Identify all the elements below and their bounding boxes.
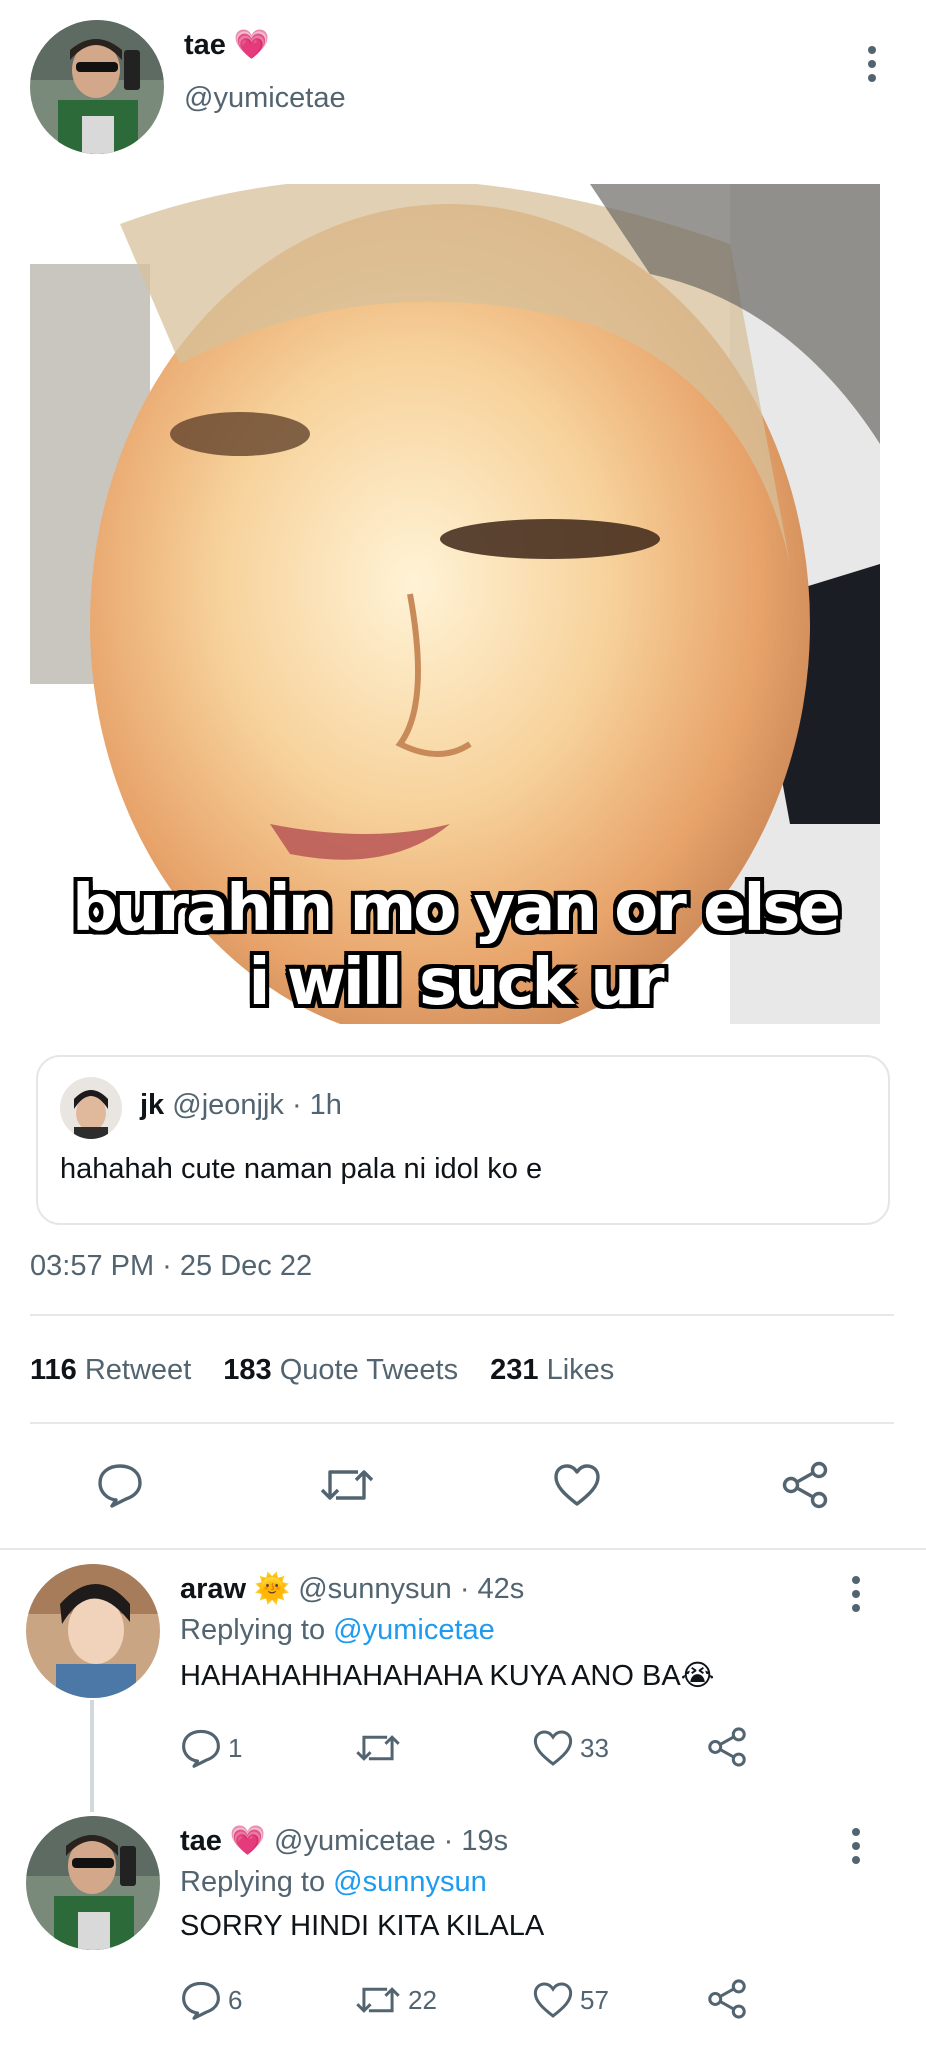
retweet-icon: [356, 1987, 400, 2013]
share-button[interactable]: [780, 1460, 830, 1510]
likes-stat[interactable]: 231 Likes: [490, 1354, 614, 1387]
quotes-count: 183: [223, 1354, 272, 1386]
retweet-icon: [320, 1470, 374, 1500]
reply-author-line: araw 🌞 @sunnysun · 42s: [180, 1572, 524, 1606]
share-button[interactable]: [706, 1726, 748, 1768]
like-button[interactable]: 57: [532, 1980, 609, 2020]
divider: [30, 1422, 894, 1424]
reply-tweet[interactable]: tae 💗 @yumicetae · 19s Replying to @sunn…: [0, 1814, 926, 2048]
likes-count: 231: [490, 1354, 539, 1386]
reply-icon: [98, 1464, 142, 1508]
meme-caption-line-1: burahin mo yan or else: [72, 872, 841, 946]
reply-button[interactable]: 1: [180, 1728, 242, 1768]
retweets-count: 116: [30, 1354, 77, 1386]
tweet-stats: 116 Retweet 183 Quote Tweets 231 Likes: [30, 1354, 614, 1387]
retweets-stat[interactable]: 116 Retweet: [30, 1354, 191, 1387]
reply-icon: [182, 1981, 220, 2020]
reply-author-avatar[interactable]: [26, 1564, 160, 1698]
reply-handle[interactable]: @sunnysun: [298, 1573, 452, 1606]
meme-caption-line-2: i will suck ur: [248, 946, 665, 1020]
more-options-icon[interactable]: [846, 1826, 866, 1866]
replying-to-label: Replying to: [180, 1866, 326, 1898]
retweets-label: Retweet: [84, 1354, 192, 1386]
avatar-image: [26, 1816, 160, 1950]
retweet-button[interactable]: 22: [354, 1980, 437, 2020]
quoted-author-line: jk @jeonjjk · 1h: [140, 1089, 342, 1122]
divider: [30, 1314, 894, 1316]
reply-count: 1: [228, 1732, 243, 1763]
reply-author-line: tae 💗 @yumicetae · 19s: [180, 1824, 508, 1858]
likes-label: Likes: [546, 1354, 615, 1386]
retweet-count: 22: [408, 1984, 437, 2015]
reply-tweet[interactable]: araw 🌞 @sunnysun · 42s Replying to @yumi…: [0, 1562, 926, 1802]
avatar-image: [60, 1077, 122, 1139]
reply-text: HAHAHAHHAHAHAHA KUYA ANO BA😭: [180, 1660, 715, 1692]
heart-icon: [533, 1730, 573, 1766]
heart-icon: [554, 1464, 600, 1506]
replying-to-line: Replying to @yumicetae: [180, 1614, 495, 1647]
share-icon: [782, 1461, 828, 1509]
reply-handle[interactable]: @yumicetae: [274, 1825, 436, 1858]
reply-count: 6: [228, 1984, 243, 2015]
quoted-author-avatar: [60, 1077, 122, 1139]
reply-time: · 19s: [443, 1824, 509, 1857]
more-options-icon[interactable]: [846, 1574, 866, 1614]
share-icon: [708, 1979, 746, 2019]
main-author-handle[interactable]: @yumicetae: [184, 82, 346, 115]
quoted-tweet-card[interactable]: jk @jeonjjk · 1h hahahah cute naman pala…: [36, 1055, 890, 1225]
heart-emoji-icon: 💗: [233, 29, 271, 61]
avatar-image: [30, 20, 164, 154]
like-count: 33: [580, 1732, 609, 1763]
share-button[interactable]: [706, 1978, 748, 2020]
retweet-icon: [356, 1735, 400, 1761]
sun-emoji-icon: 🌞: [254, 1573, 291, 1605]
quoted-tweet-text: hahahah cute naman pala ni idol ko e: [60, 1153, 543, 1185]
heart-emoji-icon: 💗: [229, 1825, 267, 1857]
replying-to-link[interactable]: @yumicetae: [333, 1614, 495, 1646]
reply-button[interactable]: 6: [180, 1980, 242, 2020]
more-options-icon[interactable]: [862, 44, 882, 84]
quoted-time: · 1h: [291, 1089, 342, 1121]
reply-text: SORRY HINDI KITA KILALA: [180, 1910, 545, 1942]
tweet-timestamp: 03:57 PM · 25 Dec 22: [30, 1250, 313, 1282]
reply-display-name[interactable]: tae: [180, 1825, 222, 1858]
quoted-handle: @jeonjjk: [172, 1089, 284, 1121]
reply-author-avatar[interactable]: [26, 1816, 160, 1950]
tweet-image[interactable]: burahin mo yan or else i will suck ur: [30, 184, 880, 1024]
heart-icon: [533, 1982, 573, 2018]
like-count: 57: [580, 1984, 609, 2015]
main-author-avatar[interactable]: [30, 20, 164, 154]
quoted-display-name: jk: [140, 1089, 165, 1121]
retweet-button[interactable]: [354, 1728, 408, 1768]
quote-tweets-stat[interactable]: 183 Quote Tweets: [223, 1354, 458, 1387]
reply-display-name[interactable]: araw: [180, 1573, 246, 1606]
reply-icon: [182, 1729, 220, 1768]
quotes-label: Quote Tweets: [279, 1354, 459, 1386]
replying-to-label: Replying to: [180, 1614, 326, 1646]
like-button[interactable]: [552, 1462, 602, 1508]
main-author-name[interactable]: tae 💗: [184, 28, 270, 62]
display-name: tae: [184, 28, 226, 61]
replying-to-link[interactable]: @sunnysun: [333, 1866, 487, 1898]
like-button[interactable]: 33: [532, 1728, 609, 1768]
avatar-image: [26, 1564, 160, 1698]
retweet-button[interactable]: [318, 1462, 376, 1508]
reply-button[interactable]: [96, 1462, 144, 1508]
replying-to-line: Replying to @sunnysun: [180, 1866, 487, 1899]
divider: [0, 1548, 926, 1550]
reply-time: · 42s: [459, 1572, 525, 1605]
share-icon: [708, 1727, 746, 1767]
